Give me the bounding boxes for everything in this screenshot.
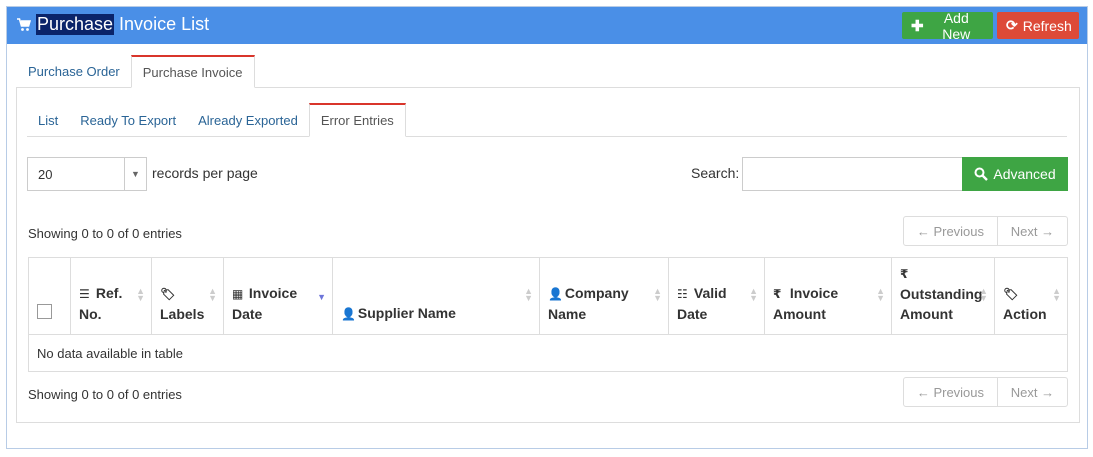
tags-icon: 🏷 [1003, 287, 1019, 301]
col-valid-date-line1: Valid [693, 285, 727, 301]
refresh-button[interactable]: ⟳ Refresh [997, 12, 1079, 39]
col-invoice-date[interactable]: ▦ Invoice Date ▼ [223, 257, 333, 335]
search-label: Search: [691, 165, 740, 181]
col-company-name-line1: Company [564, 285, 629, 301]
shopping-cart-icon [17, 17, 31, 31]
refresh-label: Refresh [1022, 17, 1072, 34]
search-input[interactable] [742, 157, 963, 191]
col-outstanding-amount-line1: Outstanding [900, 286, 983, 302]
list-ol-icon: ☰ [79, 287, 90, 301]
previous-page-button[interactable]: ← Previous [904, 378, 998, 406]
refresh-icon: ⟳ [1006, 17, 1018, 33]
pagination-bottom: ← Previous Next → [903, 377, 1068, 407]
sort-icon: ▲ ▼ [524, 286, 533, 303]
previous-page-button[interactable]: ← Previous [904, 217, 998, 245]
col-supplier-name[interactable]: 👤 Supplier Name ▲ ▼ [332, 257, 540, 335]
table-info-bottom: Showing 0 to 0 of 0 entries [28, 387, 182, 402]
col-outstanding-amount-line2: Amount [900, 306, 953, 322]
col-labels[interactable]: 🏷 Labels ▲ ▼ [151, 257, 224, 335]
calendar-icon: ▦ [232, 287, 244, 301]
add-new-label: Add New [942, 9, 971, 42]
table-info-top: Showing 0 to 0 of 0 entries [28, 226, 182, 241]
table-header-row: ☰ Ref. No. ▲ ▼ 🏷 Labels ▲ ▼ ▦ Invoice Date… [28, 257, 1068, 335]
sort-icon: ▲ ▼ [1052, 286, 1061, 303]
sort-desc-icon: ▼ [317, 292, 326, 302]
tab-purchase-invoice[interactable]: Purchase Invoice [130, 55, 255, 88]
sort-icon: ▲ ▼ [876, 286, 885, 303]
col-ref-no-line1: Ref. [95, 285, 123, 301]
col-invoice-date-line1: Invoice [248, 285, 298, 301]
chevron-down-icon: ▼ [124, 158, 146, 190]
col-supplier-name-label: Supplier Name [357, 305, 456, 321]
col-invoice-amount-line2: Amount [773, 306, 826, 322]
advanced-search-button[interactable]: Advanced [962, 157, 1068, 191]
invoice-table: ☰ Ref. No. ▲ ▼ 🏷 Labels ▲ ▼ ▦ Invoice Date… [28, 257, 1068, 372]
table-row: No data available in table [28, 334, 1068, 372]
rupee-icon: ₹ [773, 287, 782, 301]
main-tabs: Purchase Order Purchase Invoice [17, 55, 255, 88]
sort-icon: ▲ ▼ [136, 286, 145, 303]
col-company-name-line2: Name [548, 306, 587, 322]
advanced-label: Advanced [993, 166, 1056, 182]
tags-icon: 🏷 [160, 287, 176, 301]
next-page-button[interactable]: Next → [998, 378, 1067, 406]
col-ref-no[interactable]: ☰ Ref. No. ▲ ▼ [70, 257, 152, 335]
col-labels-line2: Labels [160, 306, 205, 322]
tab-error-entries[interactable]: Error Entries [308, 103, 406, 137]
sort-icon: ▲ ▼ [208, 286, 217, 303]
plus-icon: ✚ [911, 17, 924, 35]
tab-list[interactable]: List [27, 103, 69, 137]
tab-already-exported[interactable]: Already Exported [187, 103, 309, 137]
col-invoice-amount-line1: Invoice [789, 285, 839, 301]
page-title-rest: Invoice List [119, 14, 210, 34]
page-title-highlighted-word: Purchase [36, 14, 115, 35]
col-outstanding-amount[interactable]: ₹ Outstanding Amount ▲ ▼ [891, 257, 995, 335]
user-icon: 👤 [548, 287, 563, 301]
user-icon: 👤 [341, 307, 356, 321]
col-valid-date-line2: Date [677, 306, 708, 322]
list-icon: ☷ [677, 287, 688, 301]
tab-ready-to-export[interactable]: Ready To Export [69, 103, 187, 137]
panel-header: Purchase Invoice List ✚ Add New ⟳ Refres… [7, 7, 1087, 44]
col-invoice-date-line2: Date [232, 306, 263, 322]
col-ref-no-line2: No. [79, 306, 102, 322]
sort-icon: ▲ ▼ [653, 286, 662, 303]
col-company-name[interactable]: 👤 Company Name ▲ ▼ [539, 257, 669, 335]
col-valid-date[interactable]: ☷ Valid Date ▲ ▼ [668, 257, 765, 335]
page-size-select[interactable]: 20 ▼ [27, 157, 147, 191]
next-page-button[interactable]: Next → [998, 217, 1067, 245]
col-action-line2: Action [1003, 306, 1047, 322]
purchase-invoice-panel: Purchase Invoice List ✚ Add New ⟳ Refres… [6, 6, 1088, 449]
page-title: Purchase Invoice List [17, 14, 209, 35]
tab-purchase-order[interactable]: Purchase Order [17, 55, 131, 88]
select-all-header [28, 257, 71, 335]
col-action[interactable]: 🏷 Action ▲ ▼ [994, 257, 1068, 335]
select-all-checkbox[interactable] [37, 304, 52, 319]
empty-table-message: No data available in table [28, 334, 1068, 372]
pagination-top: ← Previous Next → [903, 216, 1068, 246]
add-new-button[interactable]: ✚ Add New [902, 9, 993, 42]
sub-tabs: List Ready To Export Already Exported Er… [27, 103, 1067, 137]
sort-icon: ▲ ▼ [749, 286, 758, 303]
rupee-icon: ₹ [900, 267, 909, 281]
sort-icon: ▲ ▼ [979, 286, 988, 303]
col-invoice-amount[interactable]: ₹ Invoice Amount ▲ ▼ [764, 257, 892, 335]
page-size-value: 20 [38, 166, 53, 182]
search-icon [974, 167, 989, 181]
tab-content: List Ready To Export Already Exported Er… [16, 87, 1080, 423]
records-per-page-label: records per page [152, 165, 258, 181]
